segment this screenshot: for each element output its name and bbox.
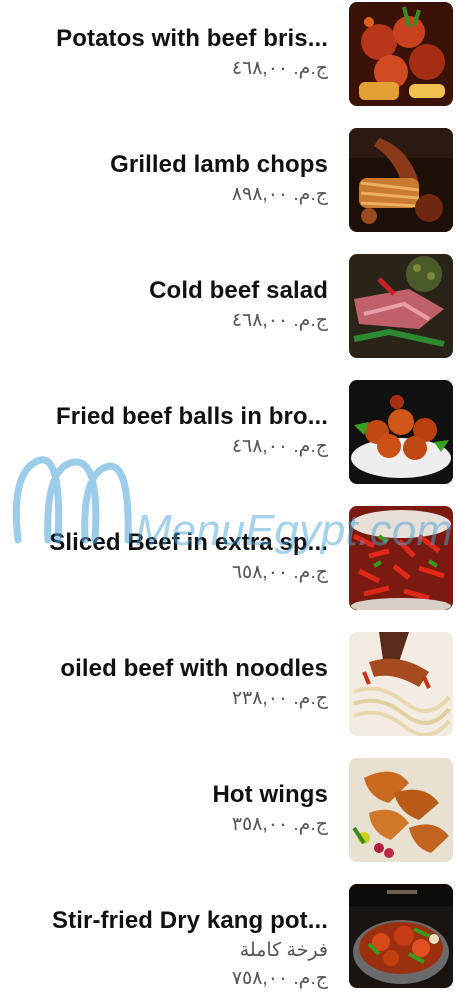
menu-item-image[interactable] xyxy=(349,506,453,610)
menu-item-image[interactable] xyxy=(349,380,453,484)
menu-item-price: ج.م. ٤٦٨,٠٠ xyxy=(231,310,328,331)
menu-item-text: Fried beef balls in bro... ج.م. ٤٦٨,٠٠ xyxy=(23,402,328,460)
menu-item-text: Hot wings ج.م. ٣٥٨,٠٠ xyxy=(23,780,328,838)
menu-item-image[interactable] xyxy=(349,758,453,862)
menu-item-price: ج.م. ٦٥٨,٠٠ xyxy=(231,562,328,583)
menu-item-name: Fried beef balls in bro... xyxy=(56,403,328,430)
menu-item-name: Potatos with beef bris... xyxy=(56,25,328,52)
menu-item-text: oiled beef with noodles ج.م. ٢٣٨,٠٠ xyxy=(23,654,328,712)
menu-item-name: Hot wings xyxy=(212,781,328,808)
menu-item[interactable]: oiled beef with noodles ج.م. ٢٣٨,٠٠ xyxy=(0,630,456,736)
menu-item-image[interactable] xyxy=(349,2,453,106)
menu-item[interactable]: Grilled lamb chops ج.م. ٨٩٨,٠٠ xyxy=(0,126,456,232)
menu-item[interactable]: Fried beef balls in bro... ج.م. ٤٦٨,٠٠ xyxy=(0,378,456,484)
menu-item-text: Grilled lamb chops ج.م. ٨٩٨,٠٠ xyxy=(23,150,328,208)
menu-item-name: Grilled lamb chops xyxy=(110,151,328,178)
menu-item-name: Stir-fried Dry kang pot... xyxy=(52,907,328,934)
menu-item-image[interactable] xyxy=(349,128,453,232)
menu-item[interactable]: Stir-fried Dry kang pot... فرخة كاملة ج.… xyxy=(0,882,456,989)
menu-item-price: ج.م. ٧٥٨,٠٠ xyxy=(231,968,328,989)
menu-item-image[interactable] xyxy=(349,884,453,988)
menu-item-price: ج.م. ٤٦٨,٠٠ xyxy=(231,436,328,457)
menu-item-price: ج.م. ٤٦٨,٠٠ xyxy=(231,58,328,79)
menu-item[interactable]: Potatos with beef bris... ج.م. ٤٦٨,٠٠ xyxy=(0,0,456,106)
menu-item-price: ج.م. ٢٣٨,٠٠ xyxy=(231,688,328,709)
menu-item[interactable]: Hot wings ج.م. ٣٥٨,٠٠ xyxy=(0,756,456,862)
menu-item-text: Sliced Beef in extra sp... ج.م. ٦٥٨,٠٠ xyxy=(23,528,328,586)
menu-item-text: Stir-fried Dry kang pot... فرخة كاملة ج.… xyxy=(23,906,328,992)
menu-item-name: Cold beef salad xyxy=(149,277,328,304)
menu-item-name: Sliced Beef in extra sp... xyxy=(49,529,328,556)
menu-item-text: Potatos with beef bris... ج.م. ٤٦٨,٠٠ xyxy=(23,24,328,82)
menu-item-image[interactable] xyxy=(349,632,453,736)
menu-item[interactable]: Sliced Beef in extra sp... ج.م. ٦٥٨,٠٠ xyxy=(0,504,456,610)
menu-item[interactable]: Cold beef salad ج.م. ٤٦٨,٠٠ xyxy=(0,252,456,358)
menu-item-price: ج.م. ٨٩٨,٠٠ xyxy=(231,184,328,205)
menu-item-price: ج.م. ٣٥٨,٠٠ xyxy=(231,814,328,835)
menu-item-image[interactable] xyxy=(349,254,453,358)
menu-item-description: فرخة كاملة xyxy=(239,940,328,961)
menu-item-text: Cold beef salad ج.م. ٤٦٨,٠٠ xyxy=(23,276,328,334)
menu-item-name: oiled beef with noodles xyxy=(60,655,328,682)
